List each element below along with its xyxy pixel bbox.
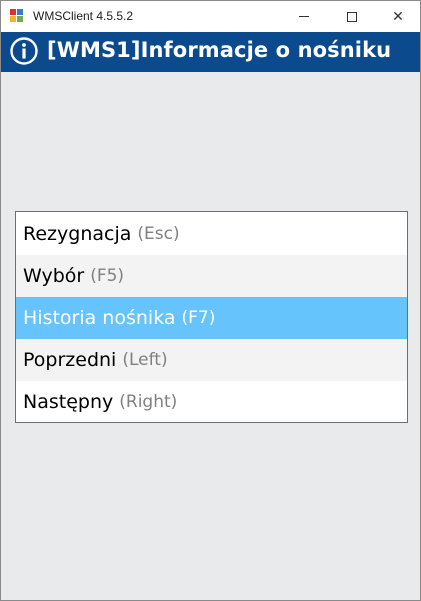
title-bar[interactable]: WMSClient 4.5.5.2 ✕ xyxy=(1,1,420,32)
menu-item-historia-nosnika[interactable]: Historia nośnika (F7) xyxy=(16,297,407,339)
minimize-button[interactable] xyxy=(281,1,327,32)
menu-item-label: Poprzedni xyxy=(23,349,117,371)
maximize-button[interactable] xyxy=(329,1,375,32)
window-title: WMSClient 4.5.5.2 xyxy=(33,9,134,23)
menu-item-shortcut: (Right) xyxy=(119,392,178,412)
options-menu: Rezygnacja (Esc) Wybór (F5) Historia noś… xyxy=(15,211,408,423)
menu-item-label: Wybór xyxy=(23,265,85,287)
close-icon: ✕ xyxy=(392,8,404,25)
menu-item-shortcut: (Left) xyxy=(122,350,168,370)
app-window: WMSClient 4.5.5.2 ✕ [WMS1]Informacje o n… xyxy=(0,0,421,601)
menu-item-poprzedni[interactable]: Poprzedni (Left) xyxy=(16,339,407,381)
menu-item-label: Następny xyxy=(23,391,114,413)
maximize-icon xyxy=(347,11,357,22)
menu-item-label: Historia nośnika xyxy=(23,307,176,329)
menu-item-shortcut: (Esc) xyxy=(137,224,180,244)
menu-item-wybor[interactable]: Wybór (F5) xyxy=(16,255,407,297)
menu-item-rezygnacja[interactable]: Rezygnacja (Esc) xyxy=(16,213,407,255)
menu-item-shortcut: (F5) xyxy=(90,266,125,286)
info-icon xyxy=(10,37,38,65)
page-title: [WMS1]Informacje o nośniku xyxy=(47,38,392,62)
menu-item-shortcut: (F7) xyxy=(181,308,216,328)
menu-item-label: Rezygnacja xyxy=(23,223,132,245)
close-button[interactable]: ✕ xyxy=(375,1,420,32)
menu-item-nastepny[interactable]: Następny (Right) xyxy=(16,381,407,423)
minimize-icon xyxy=(299,16,309,17)
app-icon xyxy=(10,9,24,23)
screen-header: [WMS1]Informacje o nośniku xyxy=(1,32,420,72)
